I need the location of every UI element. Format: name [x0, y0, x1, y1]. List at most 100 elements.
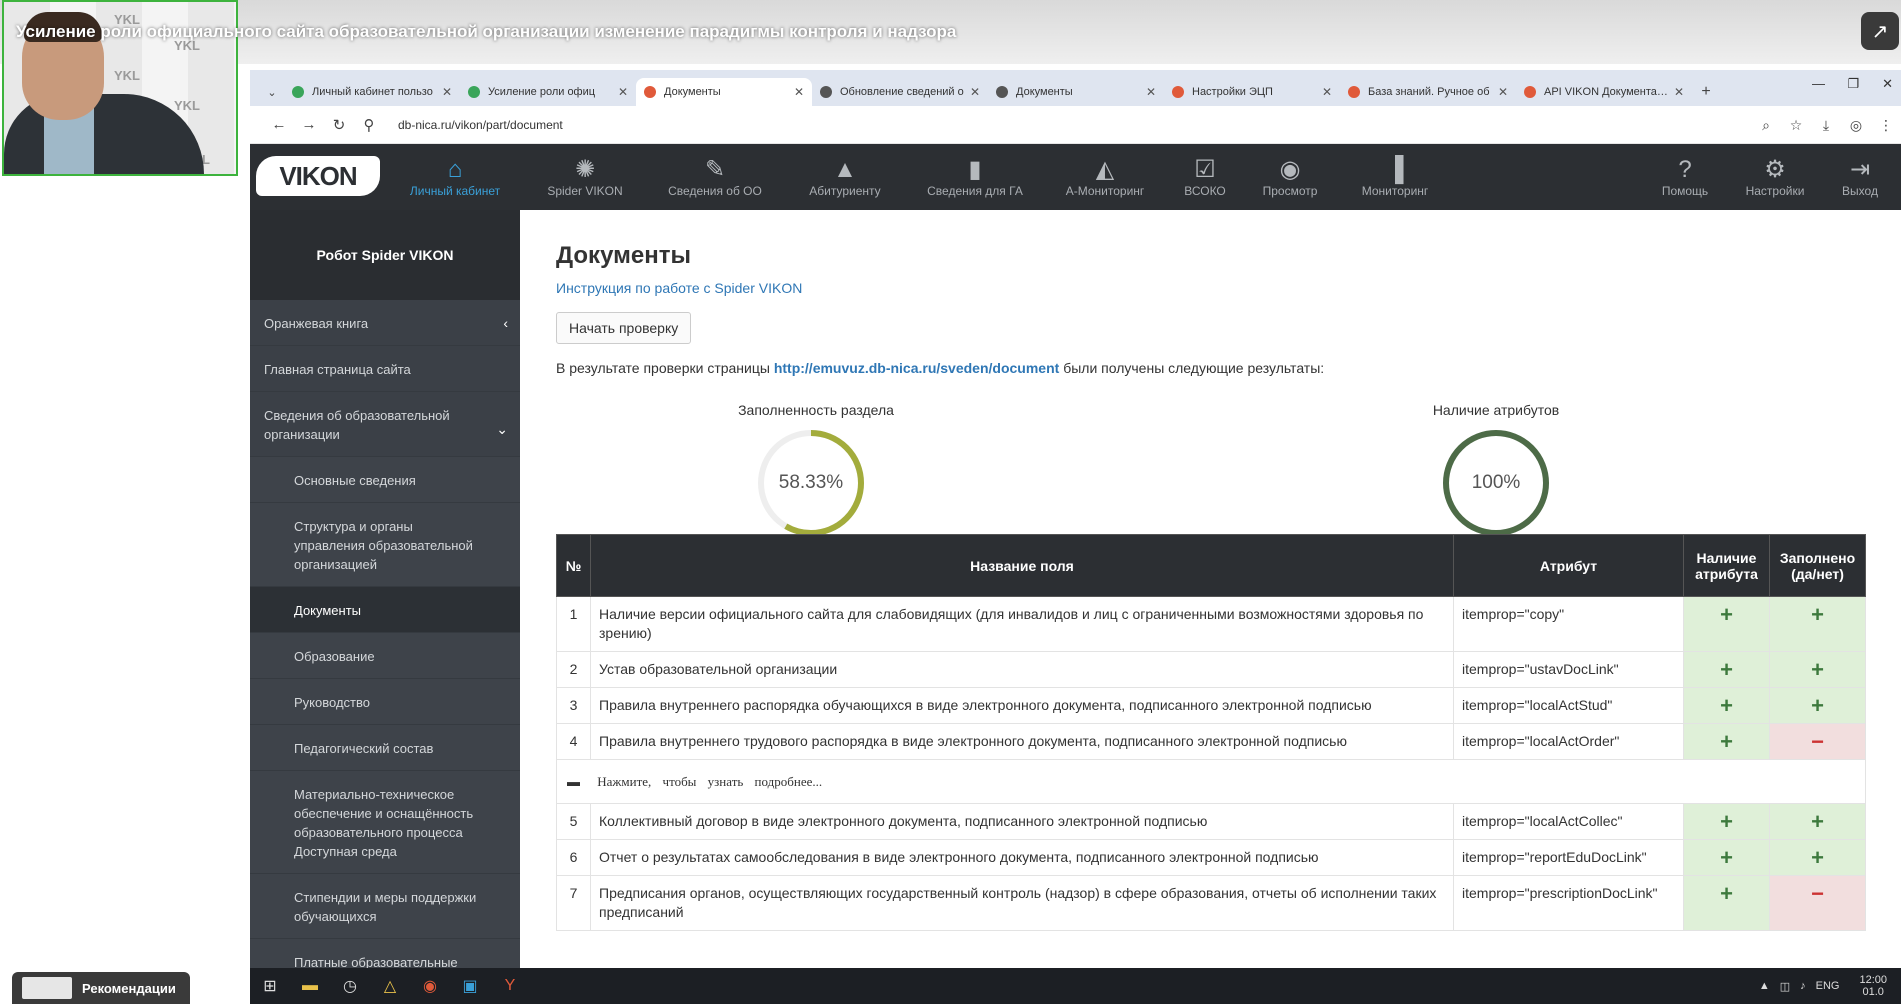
close-icon[interactable]: ✕ [618, 85, 628, 99]
cell-num: 5 [556, 803, 591, 840]
minimize-icon[interactable]: — [1812, 76, 1825, 91]
nav-item-abiturient[interactable]: ▲ Абитуриенту [790, 144, 900, 210]
clock-app-icon[interactable]: ◷ [330, 968, 370, 1004]
browser-tab[interactable]: Настройки ЭЦП ✕ [1164, 78, 1340, 106]
table-row[interactable]: 1 Наличие версии официального сайта для … [556, 596, 1866, 652]
table-row[interactable]: 7 Предписания органов, осуществляющих го… [556, 875, 1866, 931]
nav-item-spider[interactable]: ✺ Spider VIKON [530, 144, 640, 210]
nav-item-help[interactable]: ? Помощь [1650, 144, 1720, 210]
sidebar-item-structure[interactable]: Структура и органы управления образовате… [250, 503, 520, 587]
sidebar-item-orange-book[interactable]: Оранжевая книга ‹ [250, 300, 520, 346]
instruction-link[interactable]: Инструкция по работе с Spider VIKON [556, 280, 802, 296]
tab-list-dropdown-icon[interactable]: ⌄ [260, 78, 284, 106]
table-detail-row[interactable]: ▬ Нажмите, чтобы узнать подробнее... [556, 759, 1866, 804]
reload-icon[interactable]: ↻ [324, 116, 354, 134]
gauge-fill-value: 58.33% [778, 472, 844, 493]
clock[interactable]: 12:00 01.0 [1849, 974, 1887, 998]
keyboard-language[interactable]: ENG [1816, 980, 1840, 992]
volume-icon[interactable]: ♪ [1800, 980, 1806, 992]
result-url-link[interactable]: http://emuvuz.db-nica.ru/sveden/document [774, 360, 1059, 376]
warning-app-icon[interactable]: △ [370, 968, 410, 1004]
nav-item-a-monitoring[interactable]: ◭ А-Мониторинг [1050, 144, 1160, 210]
close-icon[interactable]: ✕ [442, 85, 452, 99]
sidebar-item-education[interactable]: Образование [250, 633, 520, 679]
forward-icon[interactable]: → [294, 116, 324, 133]
share-icon[interactable]: ↗ [1861, 12, 1899, 50]
table-row[interactable]: 5 Коллективный договор в виде электронно… [556, 803, 1866, 840]
close-icon[interactable]: ✕ [1322, 85, 1332, 99]
maximize-icon[interactable]: ❐ [1847, 76, 1859, 92]
url-input[interactable]: db-nica.ru/vikon/part/document [398, 118, 563, 132]
close-icon[interactable]: ✕ [1146, 85, 1156, 99]
gauge-attr-label: Наличие атрибутов [1432, 402, 1560, 418]
site-settings-icon[interactable]: ⚲ [354, 116, 384, 134]
sidebar-item-label: Педагогический состав [294, 741, 434, 756]
close-icon[interactable]: ✕ [970, 85, 980, 99]
sidebar-item-documents[interactable]: Документы [250, 587, 520, 633]
nav-item-exit[interactable]: ⇥ Выход [1830, 144, 1890, 210]
yandex-browser-icon[interactable]: Y [490, 968, 530, 1004]
browser-tab-active[interactable]: Документы ✕ [636, 78, 812, 106]
table-row[interactable]: 6 Отчет о результатах самообследования в… [556, 839, 1866, 876]
download-icon[interactable]: ⤓ [1811, 117, 1841, 134]
nav-item-monitoring[interactable]: ▐ Мониторинг [1350, 144, 1440, 210]
sidebar-item-scholarships[interactable]: Стипендии и меры поддержки обучающихся [250, 874, 520, 939]
browser-tab[interactable]: API VIKON Документаци ✕ [1516, 78, 1692, 106]
start-check-button[interactable]: Начать проверку [556, 312, 692, 344]
network-icon[interactable]: ◫ [1780, 980, 1790, 993]
sidebar-item-paid-services[interactable]: Платные образовательные услуги [250, 939, 520, 968]
recommendations-panel[interactable]: Рекомендации [12, 972, 190, 1004]
collapse-icon[interactable]: ▬ [567, 774, 580, 789]
nav-item-cabinet[interactable]: ⌂ Личный кабинет [400, 144, 510, 210]
zoom-icon[interactable]: ⌕ [1751, 117, 1781, 134]
bookmark-star-icon[interactable]: ☆ [1781, 117, 1811, 134]
close-icon[interactable]: ✕ [1498, 85, 1508, 99]
browser-tab[interactable]: Усиление роли офиц ✕ [460, 78, 636, 106]
back-icon[interactable]: ← [264, 116, 294, 133]
close-icon[interactable]: ✕ [794, 85, 804, 99]
cell-attr: itemprop="ustavDocLink" [1453, 651, 1684, 688]
new-tab-icon[interactable]: + [1692, 78, 1720, 106]
table-row[interactable]: 4 Правила внутреннего трудового распоряд… [556, 723, 1866, 760]
results-table: № Название поля Атрибут Наличие атрибута… [556, 534, 1866, 931]
browser-tab[interactable]: Личный кабинет пользо ✕ [284, 78, 460, 106]
nav-item-vsoko[interactable]: ☑ ВСОКО [1170, 144, 1240, 210]
nav-item-label: Мониторинг [1361, 184, 1429, 198]
os-taskbar: ⊞ ▬ ◷ △ ◉ ▣ Y ▲ ◫ ♪ ENG 12:00 01.0 [250, 968, 1901, 1004]
tray-icon[interactable]: ▲ [1759, 980, 1770, 992]
close-window-icon[interactable]: ✕ [1882, 76, 1893, 92]
sidebar-item-management[interactable]: Руководство [250, 679, 520, 725]
sidebar-item-main-page[interactable]: Главная страница сайта [250, 346, 520, 392]
browser-tab[interactable]: Обновление сведений о ✕ [812, 78, 988, 106]
nav-item-label: Личный кабинет [409, 184, 501, 198]
nav-item-view[interactable]: ◉ Просмотр [1250, 144, 1330, 210]
file-explorer-icon[interactable]: ▬ [290, 968, 330, 1004]
checkbox-icon: ☑ [1194, 156, 1216, 183]
detail-cell[interactable]: ▬ Нажмите, чтобы узнать подробнее... [556, 759, 1866, 804]
nav-item-settings[interactable]: ⚙ Настройки [1735, 144, 1815, 210]
table-header-row: № Название поля Атрибут Наличие атрибута… [556, 534, 1866, 597]
browser-tab[interactable]: База знаний. Ручное об ✕ [1340, 78, 1516, 106]
profile-icon[interactable]: ◎ [1841, 117, 1871, 134]
sidebar-item-svedeniya[interactable]: Сведения об образовательной организации … [250, 392, 520, 457]
app-icon[interactable]: ▣ [450, 968, 490, 1004]
main-content: Документы Инструкция по работе с Spider … [520, 210, 1901, 968]
chevron-down-icon: ⌄ [496, 421, 508, 437]
table-row[interactable]: 2 Устав образовательной организации item… [556, 651, 1866, 688]
menu-icon[interactable]: ⋮ [1871, 117, 1901, 134]
start-menu-icon[interactable]: ⊞ [250, 968, 290, 1004]
nav-item-label: Сведения для ГА [927, 184, 1023, 198]
result-prefix: В результате проверки страницы [556, 360, 770, 376]
home-icon: ⌂ [447, 156, 463, 183]
nav-item-svedeniya[interactable]: ✎ Сведения об ОО [655, 144, 775, 210]
sidebar-item-material[interactable]: Материально-техническое обеспечение и ос… [250, 771, 520, 874]
table-row[interactable]: 3 Правила внутреннего распорядка обучающ… [556, 687, 1866, 724]
close-icon[interactable]: ✕ [1674, 85, 1684, 99]
vikon-logo[interactable]: VIKON [256, 156, 380, 196]
tab-label: Документы [664, 86, 721, 98]
sidebar-item-teachers[interactable]: Педагогический состав [250, 725, 520, 771]
sidebar-item-basic[interactable]: Основные сведения [250, 457, 520, 503]
browser-tab[interactable]: Документы ✕ [988, 78, 1164, 106]
chrome-icon[interactable]: ◉ [410, 968, 450, 1004]
nav-item-ga[interactable]: ▮ Сведения для ГА [910, 144, 1040, 210]
